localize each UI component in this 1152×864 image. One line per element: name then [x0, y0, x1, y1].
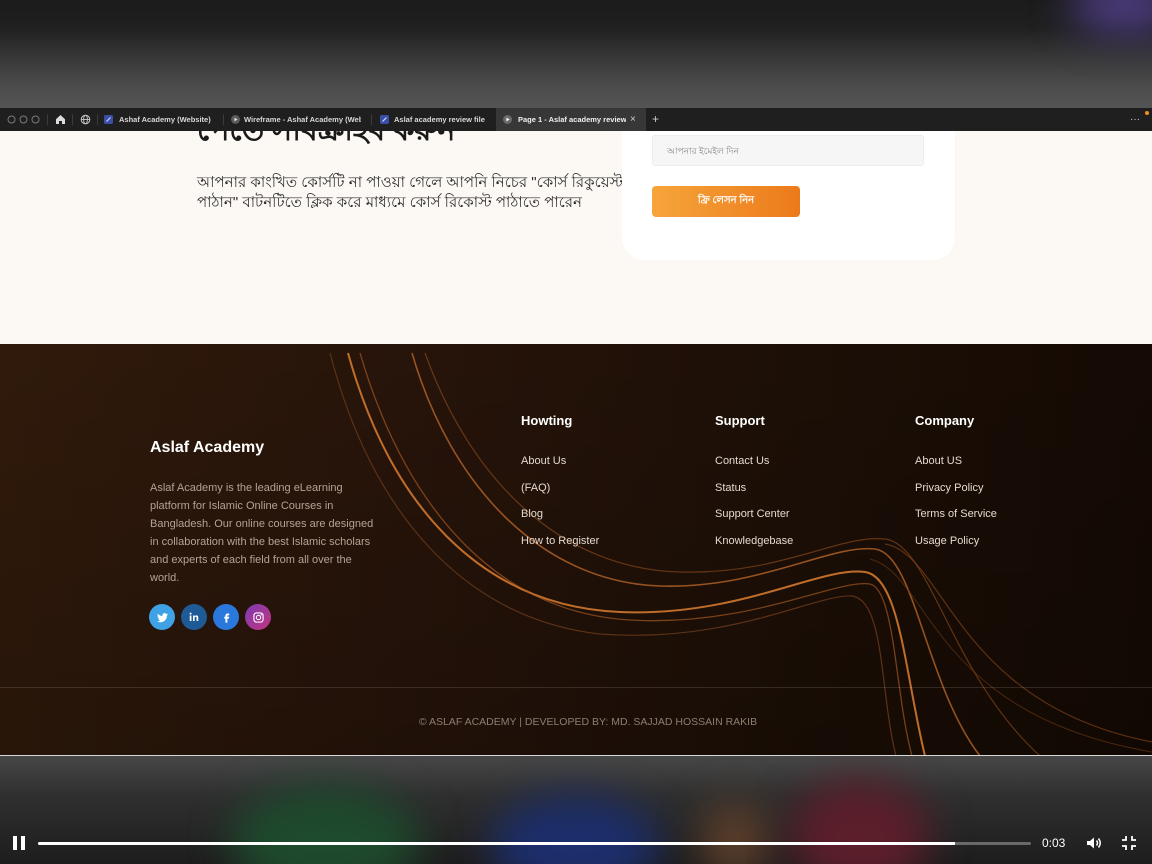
- footer-link-status[interactable]: Status: [715, 481, 746, 495]
- footer-link-blog[interactable]: Blog: [521, 507, 543, 521]
- footer-about: Aslaf Academy is the leading eLearning p…: [150, 479, 373, 587]
- globe-icon[interactable]: [80, 114, 91, 125]
- footer-about-line: and experts of each field from all over …: [150, 554, 352, 566]
- tab-label: Wireframe - Ashaf Academy (Websit: [244, 115, 361, 124]
- pause-button[interactable]: [11, 834, 29, 852]
- tab-separator: [371, 114, 372, 125]
- tab-label: Page 1 - Aslaf academy review file: [518, 115, 626, 124]
- blurred-backdrop-bottom: [0, 756, 1152, 864]
- footer-about-line: Bangladesh. Our online courses are desig…: [150, 518, 374, 530]
- volume-icon[interactable]: [1085, 834, 1103, 852]
- footer-about-line: platform for Islamic Online Courses in: [150, 500, 334, 512]
- instagram-icon: [252, 611, 264, 623]
- tab-label: Ashaf Academy (Website): [119, 115, 211, 124]
- browser-tab-active[interactable]: Page 1 - Aslaf academy review file ×: [496, 108, 646, 131]
- copyright-text: © ASLAF ACADEMY | DEVELOPED BY: MD. SAJJ…: [418, 716, 758, 728]
- linkedin-icon: [189, 612, 199, 621]
- pause-icon: [13, 836, 17, 850]
- backdrop-blob: [230, 786, 420, 864]
- hero-description-line: পাঠান" বাটনটিতে ক্লিক করে মাধ্যমে কোর্স …: [197, 194, 582, 211]
- blurred-backdrop-top: [0, 0, 1152, 108]
- tab-separator: [47, 114, 48, 125]
- close-tab-icon[interactable]: ×: [630, 108, 636, 131]
- prototype-play-icon: [231, 115, 240, 124]
- footer-about-line: in collaboration with the best Islamic s…: [150, 536, 371, 548]
- twitter-icon: [156, 612, 168, 622]
- footer-column-heading: Support: [715, 413, 765, 428]
- tab-label: Aslaf academy review file: [394, 115, 485, 124]
- backdrop-blob: [1070, 0, 1152, 35]
- footer-link-about-us-company[interactable]: About US: [915, 454, 962, 468]
- footer-link-faq[interactable]: (FAQ): [521, 481, 550, 495]
- figma-file-icon: [104, 115, 113, 124]
- instagram-link[interactable]: [245, 604, 271, 630]
- backdrop-blob: [790, 781, 930, 864]
- tab-bar: Ashaf Academy (Website) Wireframe - Asha…: [0, 108, 1152, 131]
- footer-link-support-center[interactable]: Support Center: [715, 507, 790, 521]
- facebook-link[interactable]: [213, 604, 239, 630]
- progress-fill: [38, 842, 955, 845]
- footer-link-how-to-register[interactable]: How to Register: [521, 534, 599, 548]
- footer-column-heading: Howting: [521, 413, 573, 428]
- site-footer: Aslaf Academy Aslaf Academy is the leadi…: [0, 344, 1152, 755]
- hero-description-line: আপনার কাংখিত কোর্সটি না পাওয়া গেলে আপনি…: [197, 174, 624, 191]
- footer-about-line: world.: [150, 572, 180, 584]
- new-tab-button[interactable]: +: [652, 108, 659, 131]
- browser-tab[interactable]: Ashaf Academy (Website): [100, 108, 220, 131]
- website-viewport: পেতে সাবস্ক্রাইব করুন আপনার কাংখিত কোর্স…: [0, 131, 1152, 755]
- prototype-play-icon: [503, 115, 512, 124]
- exit-fullscreen-icon[interactable]: [1120, 834, 1138, 852]
- tab-separator: [97, 114, 98, 125]
- footer-link-about-us[interactable]: About Us: [521, 454, 566, 468]
- browser-tab[interactable]: Wireframe - Ashaf Academy (Websit: [227, 108, 367, 131]
- figma-file-icon: [380, 115, 389, 124]
- footer-column-heading: Company: [915, 413, 975, 428]
- free-lesson-button[interactable]: ফ্রি লেসন নিন: [652, 186, 800, 217]
- browser-window: Ashaf Academy (Website) Wireframe - Asha…: [0, 108, 1152, 756]
- footer-link-contact-us[interactable]: Contact Us: [715, 454, 769, 468]
- more-menu-button[interactable]: ···: [1130, 108, 1140, 131]
- footer-link-usage-policy[interactable]: Usage Policy: [915, 534, 979, 548]
- home-icon[interactable]: [55, 114, 66, 125]
- backdrop-blob: [700, 801, 770, 864]
- email-input[interactable]: [652, 135, 924, 166]
- footer-divider: [0, 687, 1152, 688]
- video-player: Ashaf Academy (Website) Wireframe - Asha…: [0, 0, 1152, 864]
- facebook-icon: [223, 612, 229, 623]
- footer-about-line: Aslaf Academy is the leading eLearning: [150, 482, 343, 494]
- notification-dot: [1145, 111, 1149, 115]
- browser-tab[interactable]: Aslaf academy review file: [376, 108, 492, 131]
- footer-brand[interactable]: Aslaf Academy: [150, 439, 264, 457]
- footer-link-privacy-policy[interactable]: Privacy Policy: [915, 481, 983, 495]
- hero-description: আপনার কাংখিত কোর্সটি না পাওয়া গেলে আপনি…: [197, 173, 624, 213]
- footer-link-terms-of-service[interactable]: Terms of Service: [915, 507, 997, 521]
- hero-section: পেতে সাবস্ক্রাইব করুন আপনার কাংখিত কোর্স…: [0, 131, 1152, 344]
- hero-heading: পেতে সাবস্ক্রাইব করুন: [197, 131, 455, 148]
- progress-bar[interactable]: [38, 842, 1031, 845]
- twitter-link[interactable]: [149, 604, 175, 630]
- linkedin-link[interactable]: [181, 604, 207, 630]
- tab-separator: [72, 114, 73, 125]
- playback-time: 0:03: [1042, 836, 1066, 850]
- tab-separator: [223, 114, 224, 125]
- pause-icon-bar: [21, 836, 25, 850]
- footer-link-knowledgebase[interactable]: Knowledgebase: [715, 534, 793, 548]
- window-controls-icon[interactable]: [6, 114, 42, 125]
- backdrop-blob: [490, 796, 660, 864]
